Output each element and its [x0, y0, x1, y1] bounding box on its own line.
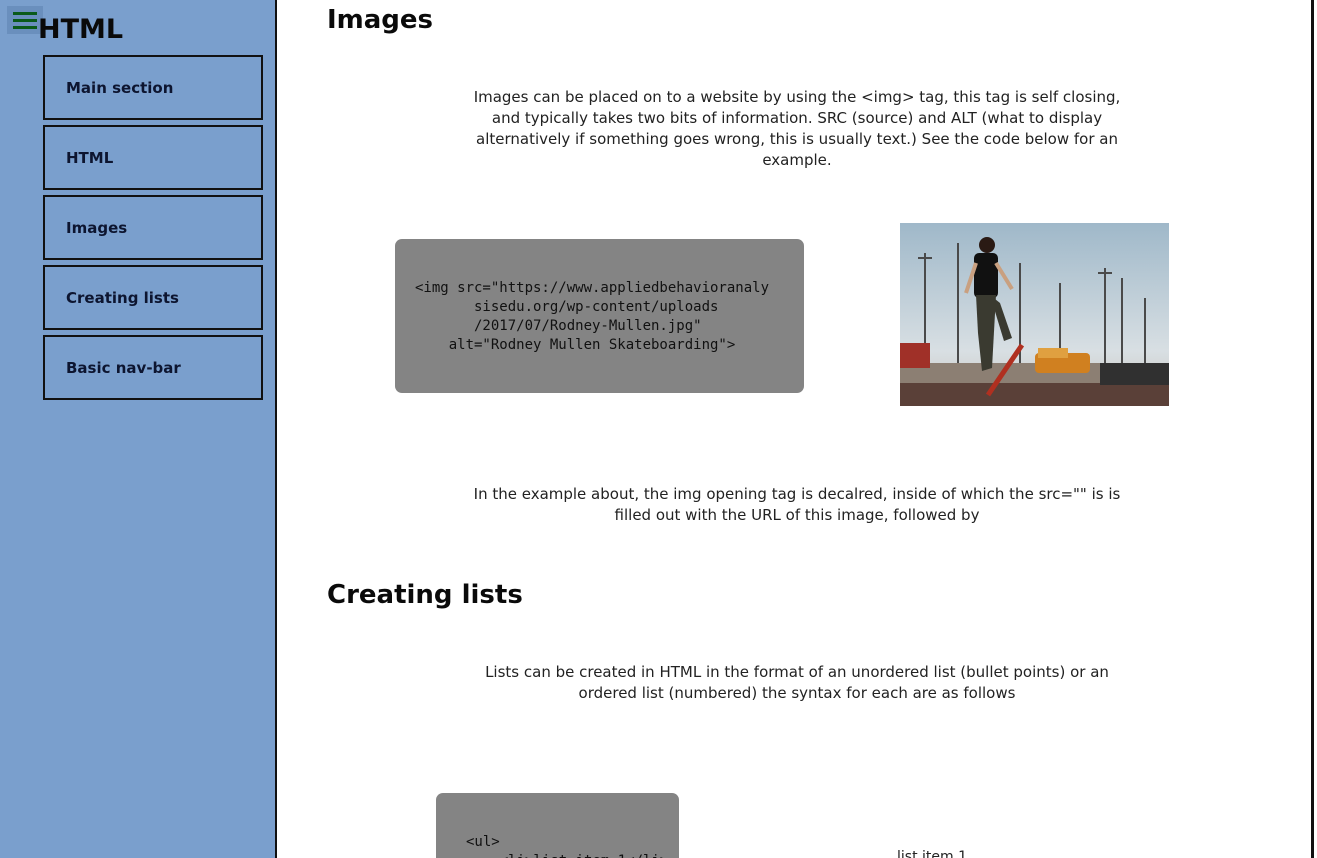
skateboarder-photo [900, 223, 1169, 406]
images-heading: Images [327, 5, 434, 35]
sidebar-item-label: Images [66, 218, 128, 237]
list-preview-item: list item 1 [897, 849, 967, 858]
sidebar-item-html[interactable]: HTML [43, 125, 263, 190]
sidebar-item-label: Basic nav-bar [66, 358, 181, 377]
sidebar-title: HTML [38, 14, 124, 45]
sidebar-item-images[interactable]: Images [43, 195, 263, 260]
sidebar-item-label: Main section [66, 78, 174, 97]
sidebar-item-label: Creating lists [66, 288, 179, 307]
sidebar-item-basic-nav-bar[interactable]: Basic nav-bar [43, 335, 263, 400]
images-explanation: In the example about, the img opening ta… [473, 485, 1121, 524]
list-code-block: <ul> <li>list item 1</li> [436, 793, 679, 858]
image-code-block: <img src="https://www.appliedbehaviorana… [395, 239, 804, 393]
main-content: Images Images can be placed on to a webs… [277, 0, 1314, 858]
sidebar-item-main-section[interactable]: Main section [43, 55, 263, 120]
sidebar: HTML Main section HTML Images Creating l… [0, 0, 277, 858]
creating-lists-heading: Creating lists [327, 580, 523, 610]
skateboarder-image [900, 223, 1169, 406]
images-intro: Images can be placed on to a website by … [473, 88, 1121, 169]
lists-intro: Lists can be created in HTML in the form… [485, 663, 1109, 702]
sidebar-item-creating-lists[interactable]: Creating lists [43, 265, 263, 330]
sidebar-item-label: HTML [66, 148, 114, 167]
